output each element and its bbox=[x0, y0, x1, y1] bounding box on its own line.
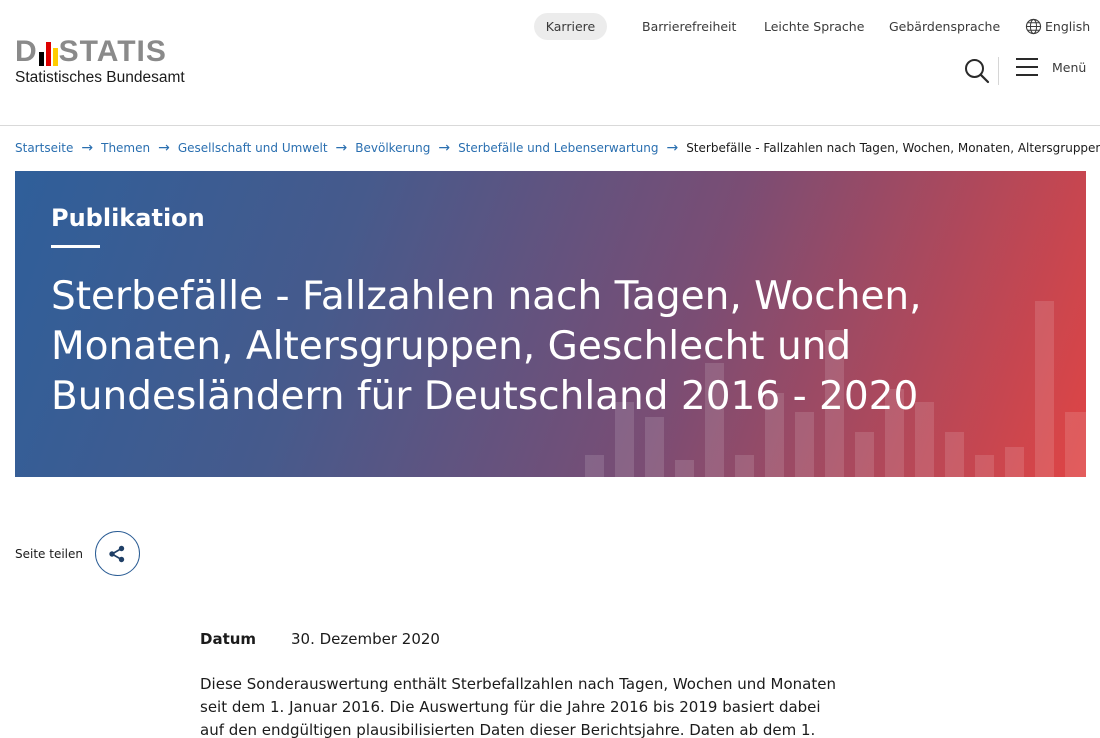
intro-paragraph: Diese Sonderauswertung enthält Sterbefal… bbox=[200, 675, 836, 738]
date-row: Datum 30. Dezember 2020 bbox=[200, 630, 440, 648]
date-label: Datum bbox=[200, 630, 257, 648]
destatis-logo[interactable]: D STATIS Statistisches Bundesamt bbox=[15, 37, 195, 92]
language-switch[interactable]: English bbox=[1025, 13, 1090, 40]
hero-banner: Publikation Sterbefälle - Fallzahlen nac… bbox=[15, 171, 1086, 477]
breadcrumb-gesellschaft-und-umwelt[interactable]: Gesellschaft und Umwelt bbox=[178, 141, 328, 155]
arrow-right-icon: → bbox=[335, 140, 348, 156]
search-icon bbox=[965, 59, 990, 84]
breadcrumb-sterbefaelle[interactable]: Sterbefälle und Lebenserwartung bbox=[458, 141, 658, 155]
share-label: Seite teilen bbox=[15, 546, 83, 561]
breadcrumb-current: Sterbefälle - Fallzahlen nach Tagen, Woc… bbox=[686, 141, 1100, 155]
page-title: Sterbefälle - Fallzahlen nach Tagen, Woc… bbox=[51, 274, 922, 419]
flag-bars-icon bbox=[38, 42, 58, 66]
arrow-right-icon: → bbox=[158, 140, 170, 156]
breadcrumb-themen[interactable]: Themen bbox=[101, 141, 150, 155]
menu-button[interactable]: Menü bbox=[1016, 58, 1086, 76]
karriere-link[interactable]: Karriere bbox=[534, 13, 607, 40]
logo-wordmark: D STATIS bbox=[15, 35, 195, 68]
date-value: 30. Dezember 2020 bbox=[291, 630, 440, 648]
hamburger-icon bbox=[1016, 58, 1038, 76]
share-icon bbox=[109, 545, 125, 562]
header-divider bbox=[998, 57, 999, 85]
arrow-right-icon: → bbox=[438, 140, 451, 156]
share-button[interactable] bbox=[94, 531, 140, 576]
breadcrumb: Startseite → Themen → Gesellschaft und U… bbox=[15, 138, 1100, 158]
breadcrumb-startseite[interactable]: Startseite bbox=[15, 141, 73, 155]
header-separator bbox=[0, 125, 1100, 126]
publication-kicker: Publikation bbox=[51, 204, 205, 232]
language-label: English bbox=[1045, 19, 1091, 34]
globe-icon bbox=[1025, 18, 1042, 35]
logo-subtitle: Statistisches Bundesamt bbox=[15, 69, 185, 86]
arrow-right-icon: → bbox=[81, 140, 94, 156]
kicker-underline bbox=[51, 245, 100, 248]
search-button[interactable] bbox=[963, 57, 991, 85]
logo-word-right: STATIS bbox=[58, 35, 167, 68]
leichte-sprache-link[interactable]: Leichte Sprache bbox=[764, 13, 864, 40]
barrierefreiheit-link[interactable]: Barrierefreiheit bbox=[642, 13, 736, 40]
gebaerdensprache-link[interactable]: Gebärdensprache bbox=[889, 13, 1000, 40]
arrow-right-icon: → bbox=[666, 140, 679, 156]
menu-label: Menü bbox=[1052, 59, 1087, 75]
share-section: Seite teilen bbox=[15, 531, 140, 576]
breadcrumb-bevoelkerung[interactable]: Bevölkerung bbox=[355, 141, 430, 155]
logo-word-left: D bbox=[15, 35, 38, 68]
